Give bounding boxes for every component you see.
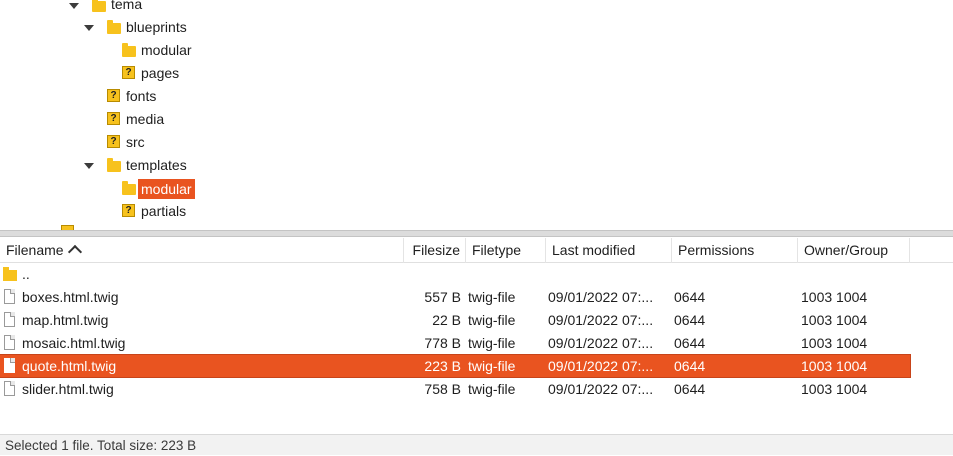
expand-arrow-icon[interactable] [69,3,79,9]
file-icon [4,381,15,396]
tree-item-media[interactable]: ? media [0,109,300,131]
folder-icon [107,20,121,34]
column-header-label: Permissions [678,242,755,258]
table-row[interactable]: boxes.html.twig 557 B twig-file 09/01/20… [0,286,910,308]
file-owner-group: 1003 1004 [801,358,868,374]
folder-icon [3,267,17,281]
file-modified: 09/01/2022 07:... [548,358,654,374]
folder-icon [107,158,121,172]
tree-item-tema[interactable]: tema [0,0,300,16]
file-icon [4,312,15,327]
table-row-selected[interactable]: quote.html.twig 223 B twig-file 09/01/20… [0,354,911,378]
tree-item-modular[interactable]: modular [0,40,300,62]
tree-item-label: modular [138,179,195,199]
file-icon [4,358,15,373]
column-header-label: Owner/Group [804,242,889,258]
file-name: boxes.html.twig [22,289,119,305]
file-type: twig-file [468,289,516,305]
table-row[interactable]: mosaic.html.twig 778 B twig-file 09/01/2… [0,332,910,354]
tree-item-label: modular [141,42,192,58]
file-owner-group: 1003 1004 [801,289,868,305]
tree-item-fonts[interactable]: ? fonts [0,86,300,108]
unknown-folder-icon: ? [107,112,120,125]
tree-item-label: src [126,134,145,150]
tree-item-label: tema [111,0,143,12]
tree-item-blueprints[interactable]: blueprints [0,17,300,39]
column-header-label: Last modified [552,242,636,258]
column-header-label: Filetype [472,242,522,258]
column-header-label: Filename [6,242,64,258]
expand-arrow-icon[interactable] [84,163,94,169]
file-permissions: 0644 [674,312,706,328]
status-text: Selected 1 file. Total size: 223 B [5,438,197,453]
unknown-folder-icon: ? [107,89,120,102]
file-size: 557 B [424,289,461,305]
column-header-permissions[interactable]: Permissions [672,238,798,263]
sort-ascending-icon [67,244,82,260]
folder-icon [122,181,136,195]
unknown-folder-icon: ? [122,66,135,79]
folder-icon [122,43,136,57]
column-header-owner-group[interactable]: Owner/Group [798,238,910,263]
file-size: 223 B [424,358,461,374]
file-owner-group: 1003 1004 [801,335,868,351]
file-type: twig-file [468,312,516,328]
tree-item-label: blueprints [126,19,187,35]
column-header-last-modified[interactable]: Last modified [546,238,672,263]
file-type: twig-file [468,358,516,374]
tree-item-label: partials [141,203,187,219]
folder-icon [92,0,106,12]
status-bar: Selected 1 file. Total size: 223 B [0,434,953,455]
file-modified: 09/01/2022 07:... [548,289,654,305]
tree-item-src[interactable]: ? src [0,132,300,154]
file-icon [4,289,15,304]
file-permissions: 0644 [674,335,706,351]
parent-directory-row[interactable]: .. [0,263,910,285]
column-header-filetype[interactable]: Filetype [466,238,546,263]
table-row[interactable]: map.html.twig 22 B twig-file 09/01/2022 … [0,309,910,331]
column-header-filesize[interactable]: Filesize [404,238,466,263]
file-modified: 09/01/2022 07:... [548,381,654,397]
pane-splitter[interactable] [0,230,953,237]
file-permissions: 0644 [674,381,706,397]
unknown-folder-icon: ? [122,204,135,217]
unknown-folder-icon: ? [107,135,120,148]
tree-item-label: media [126,111,165,127]
file-name: slider.html.twig [22,381,114,397]
file-type: twig-file [468,335,516,351]
tree-item-templates[interactable]: templates [0,155,300,177]
column-header-filename[interactable]: Filename [0,238,404,263]
file-icon [4,335,15,350]
table-row[interactable]: slider.html.twig 758 B twig-file 09/01/2… [0,378,910,400]
column-header-label: Filesize [412,242,460,258]
file-owner-group: 1003 1004 [801,381,868,397]
expand-arrow-icon[interactable] [84,25,94,31]
file-size: 778 B [424,335,461,351]
file-name: mosaic.html.twig [22,335,126,351]
tree-item-label: fonts [126,88,157,104]
directory-tree[interactable]: tema blueprints modular ? pages ? fonts … [0,0,953,230]
file-size: 22 B [432,312,461,328]
file-permissions: 0644 [674,358,706,374]
file-name: .. [22,266,30,282]
tree-item-label: templates [126,157,187,173]
file-owner-group: 1003 1004 [801,312,868,328]
file-name: map.html.twig [22,312,109,328]
tree-item-pages[interactable]: ? pages [0,63,300,85]
tree-item-partials[interactable]: ? partials [0,201,300,223]
tree-item-modular-selected[interactable]: modular [0,178,300,200]
file-size: 758 B [424,381,461,397]
file-list-header: Filename Filesize Filetype Last modified… [0,238,953,263]
file-name: quote.html.twig [22,358,117,374]
file-modified: 09/01/2022 07:... [548,312,654,328]
file-modified: 09/01/2022 07:... [548,335,654,351]
file-permissions: 0644 [674,289,706,305]
tree-item-label: pages [141,65,180,81]
file-type: twig-file [468,381,516,397]
